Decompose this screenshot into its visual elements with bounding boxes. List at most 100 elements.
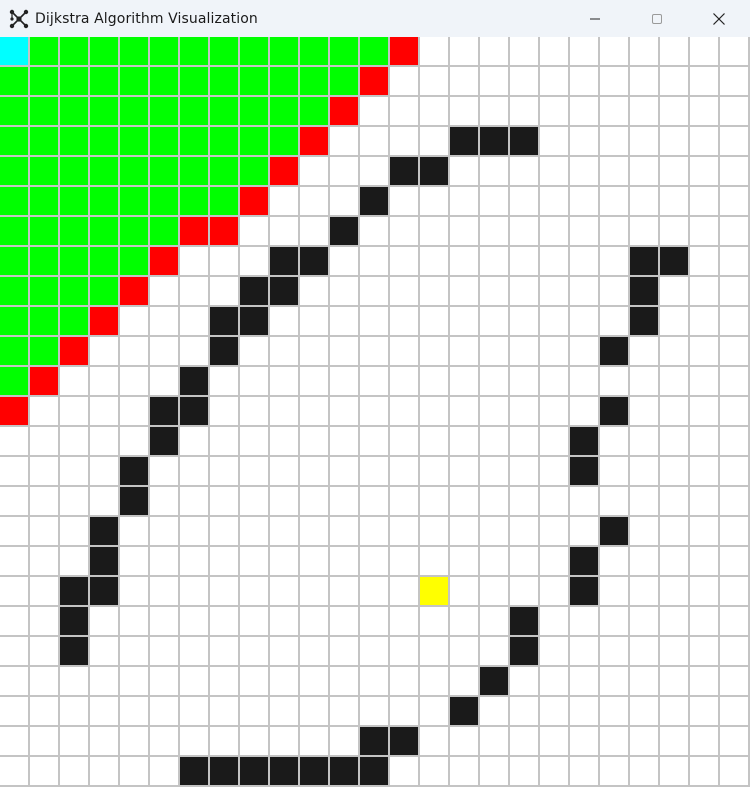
empty-cell[interactable] <box>540 67 570 97</box>
empty-cell[interactable] <box>480 337 510 367</box>
empty-cell[interactable] <box>630 187 660 217</box>
empty-cell[interactable] <box>570 367 600 397</box>
empty-cell[interactable] <box>390 397 420 427</box>
empty-cell[interactable] <box>360 667 390 697</box>
empty-cell[interactable] <box>210 247 240 277</box>
wall-cell[interactable] <box>480 667 510 697</box>
empty-cell[interactable] <box>120 607 150 637</box>
empty-cell[interactable] <box>690 607 720 637</box>
wall-cell[interactable] <box>390 727 420 757</box>
empty-cell[interactable] <box>270 637 300 667</box>
visited-cell[interactable] <box>90 127 120 157</box>
visited-cell[interactable] <box>150 187 180 217</box>
empty-cell[interactable] <box>60 487 90 517</box>
empty-cell[interactable] <box>510 697 540 727</box>
empty-cell[interactable] <box>330 427 360 457</box>
empty-cell[interactable] <box>660 277 690 307</box>
wall-cell[interactable] <box>510 127 540 157</box>
empty-cell[interactable] <box>690 127 720 157</box>
visited-cell[interactable] <box>30 157 60 187</box>
empty-cell[interactable] <box>150 487 180 517</box>
empty-cell[interactable] <box>510 307 540 337</box>
visited-cell[interactable] <box>180 67 210 97</box>
empty-cell[interactable] <box>480 37 510 67</box>
empty-cell[interactable] <box>390 187 420 217</box>
empty-cell[interactable] <box>660 667 690 697</box>
empty-cell[interactable] <box>240 217 270 247</box>
empty-cell[interactable] <box>720 487 750 517</box>
empty-cell[interactable] <box>480 307 510 337</box>
empty-cell[interactable] <box>570 727 600 757</box>
empty-cell[interactable] <box>270 457 300 487</box>
empty-cell[interactable] <box>360 517 390 547</box>
empty-cell[interactable] <box>180 457 210 487</box>
frontier-cell[interactable] <box>120 277 150 307</box>
empty-cell[interactable] <box>630 667 660 697</box>
empty-cell[interactable] <box>180 577 210 607</box>
empty-cell[interactable] <box>330 697 360 727</box>
empty-cell[interactable] <box>510 397 540 427</box>
empty-cell[interactable] <box>600 457 630 487</box>
wall-cell[interactable] <box>150 397 180 427</box>
empty-cell[interactable] <box>450 607 480 637</box>
visited-cell[interactable] <box>270 67 300 97</box>
visited-cell[interactable] <box>60 187 90 217</box>
empty-cell[interactable] <box>720 427 750 457</box>
empty-cell[interactable] <box>720 577 750 607</box>
visited-cell[interactable] <box>180 157 210 187</box>
empty-cell[interactable] <box>360 127 390 157</box>
empty-cell[interactable] <box>330 667 360 697</box>
empty-cell[interactable] <box>420 277 450 307</box>
wall-cell[interactable] <box>90 577 120 607</box>
empty-cell[interactable] <box>720 697 750 727</box>
visited-cell[interactable] <box>90 157 120 187</box>
empty-cell[interactable] <box>0 667 30 697</box>
empty-cell[interactable] <box>180 337 210 367</box>
empty-cell[interactable] <box>150 307 180 337</box>
empty-cell[interactable] <box>150 697 180 727</box>
empty-cell[interactable] <box>480 697 510 727</box>
empty-cell[interactable] <box>540 37 570 67</box>
visited-cell[interactable] <box>330 37 360 67</box>
empty-cell[interactable] <box>480 157 510 187</box>
empty-cell[interactable] <box>480 727 510 757</box>
empty-cell[interactable] <box>570 127 600 157</box>
empty-cell[interactable] <box>720 187 750 217</box>
visited-cell[interactable] <box>150 97 180 127</box>
empty-cell[interactable] <box>690 337 720 367</box>
empty-cell[interactable] <box>720 157 750 187</box>
empty-cell[interactable] <box>450 187 480 217</box>
frontier-cell[interactable] <box>30 367 60 397</box>
empty-cell[interactable] <box>480 97 510 127</box>
wall-cell[interactable] <box>570 577 600 607</box>
empty-cell[interactable] <box>480 67 510 97</box>
wall-cell[interactable] <box>570 547 600 577</box>
empty-cell[interactable] <box>630 577 660 607</box>
wall-cell[interactable] <box>480 127 510 157</box>
visited-cell[interactable] <box>0 307 30 337</box>
wall-cell[interactable] <box>210 337 240 367</box>
empty-cell[interactable] <box>270 217 300 247</box>
empty-cell[interactable] <box>600 577 630 607</box>
frontier-cell[interactable] <box>210 217 240 247</box>
visited-cell[interactable] <box>30 187 60 217</box>
empty-cell[interactable] <box>720 517 750 547</box>
empty-cell[interactable] <box>360 97 390 127</box>
empty-cell[interactable] <box>180 607 210 637</box>
empty-cell[interactable] <box>420 487 450 517</box>
empty-cell[interactable] <box>180 277 210 307</box>
empty-cell[interactable] <box>600 157 630 187</box>
empty-cell[interactable] <box>570 337 600 367</box>
wall-cell[interactable] <box>360 727 390 757</box>
empty-cell[interactable] <box>600 67 630 97</box>
empty-cell[interactable] <box>570 667 600 697</box>
empty-cell[interactable] <box>390 127 420 157</box>
empty-cell[interactable] <box>390 307 420 337</box>
empty-cell[interactable] <box>690 277 720 307</box>
empty-cell[interactable] <box>720 97 750 127</box>
empty-cell[interactable] <box>30 547 60 577</box>
visited-cell[interactable] <box>30 67 60 97</box>
empty-cell[interactable] <box>630 607 660 637</box>
empty-cell[interactable] <box>420 307 450 337</box>
empty-cell[interactable] <box>690 577 720 607</box>
